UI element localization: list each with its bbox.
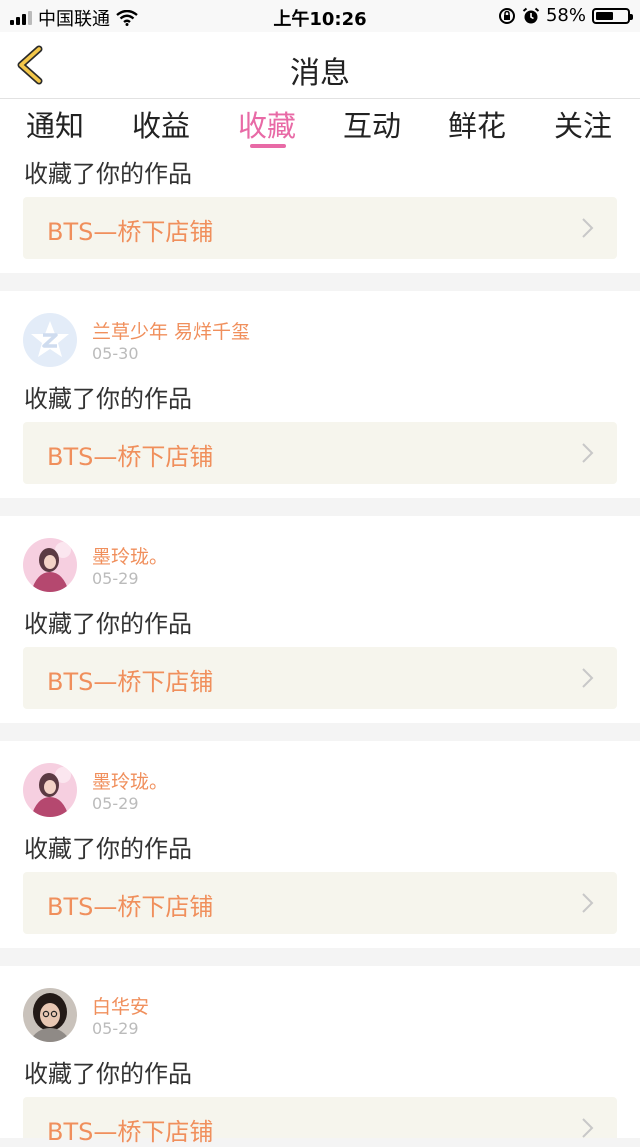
tab-bar: 通知 收益 收藏 互动 鲜花 关注: [0, 99, 640, 149]
item-date: 05-29: [92, 794, 139, 813]
chevron-right-icon: [582, 218, 594, 238]
item-date: 05-30: [92, 344, 139, 363]
rotation-lock-icon: [498, 7, 515, 24]
nav-bar: 消息: [0, 32, 640, 99]
tab-favorites[interactable]: 收藏: [238, 103, 296, 145]
chevron-right-icon: [582, 893, 594, 913]
alarm-icon: [522, 7, 540, 23]
work-link[interactable]: BTS—桥下店铺: [23, 1097, 617, 1146]
user-name[interactable]: 墨玲珑。: [92, 767, 168, 794]
battery-icon: [592, 7, 633, 24]
user-name[interactable]: 墨玲珑。: [92, 542, 168, 569]
work-title: BTS—桥下店铺: [47, 1118, 214, 1146]
list-item: 白华安 05-29 收藏了你的作品 BTS—桥下店铺: [0, 966, 640, 1146]
work-title: BTS—桥下店铺: [47, 668, 214, 696]
item-date: 05-29: [92, 569, 139, 588]
active-tab-indicator: [250, 144, 286, 148]
user-photo-icon: [23, 988, 77, 1042]
tab-notice[interactable]: 通知: [26, 103, 84, 145]
list-item: 兰草少年 易烊千玺 05-30 收藏了你的作品 BTS—桥下店铺: [0, 291, 640, 498]
qzone-avatar-icon: [23, 313, 77, 367]
chevron-right-icon: [582, 668, 594, 688]
action-text: 收藏了你的作品: [24, 1060, 192, 1088]
tab-income[interactable]: 收益: [132, 103, 190, 145]
list-item: 收藏了你的作品 BTS—桥下店铺: [0, 149, 640, 273]
chevron-right-icon: [582, 1118, 594, 1138]
action-text: 收藏了你的作品: [24, 835, 192, 863]
work-title: BTS—桥下店铺: [47, 218, 214, 246]
avatar[interactable]: [23, 313, 77, 367]
work-link[interactable]: BTS—桥下店铺: [23, 197, 617, 259]
action-text: 收藏了你的作品: [24, 160, 192, 188]
tab-follow[interactable]: 关注: [554, 103, 612, 145]
tab-flowers[interactable]: 鲜花: [448, 103, 506, 145]
page-title: 消息: [290, 56, 350, 91]
action-text: 收藏了你的作品: [24, 610, 192, 638]
tab-interaction[interactable]: 互动: [343, 103, 401, 145]
list-item: 墨玲珑。 05-29 收藏了你的作品 BTS—桥下店铺: [0, 516, 640, 723]
battery-percent: 58%: [545, 5, 586, 26]
action-text: 收藏了你的作品: [24, 385, 192, 413]
item-date: 05-29: [92, 1019, 139, 1038]
avatar[interactable]: [23, 988, 77, 1042]
chevron-right-icon: [582, 443, 594, 463]
user-name[interactable]: 兰草少年 易烊千玺: [92, 317, 250, 344]
user-photo-icon: [23, 538, 77, 592]
avatar[interactable]: [23, 538, 77, 592]
avatar[interactable]: [23, 763, 77, 817]
work-link[interactable]: BTS—桥下店铺: [23, 647, 617, 709]
user-name[interactable]: 白华安: [92, 992, 149, 1019]
work-link[interactable]: BTS—桥下店铺: [23, 872, 617, 934]
status-bar: 中国联通 上午10:26 58%: [0, 0, 640, 32]
user-photo-icon: [23, 763, 77, 817]
list-item: 墨玲珑。 05-29 收藏了你的作品 BTS—桥下店铺: [0, 741, 640, 948]
status-right: 58%: [498, 5, 633, 26]
work-title: BTS—桥下店铺: [47, 893, 214, 921]
work-link[interactable]: BTS—桥下店铺: [23, 422, 617, 484]
work-title: BTS—桥下店铺: [47, 443, 214, 471]
